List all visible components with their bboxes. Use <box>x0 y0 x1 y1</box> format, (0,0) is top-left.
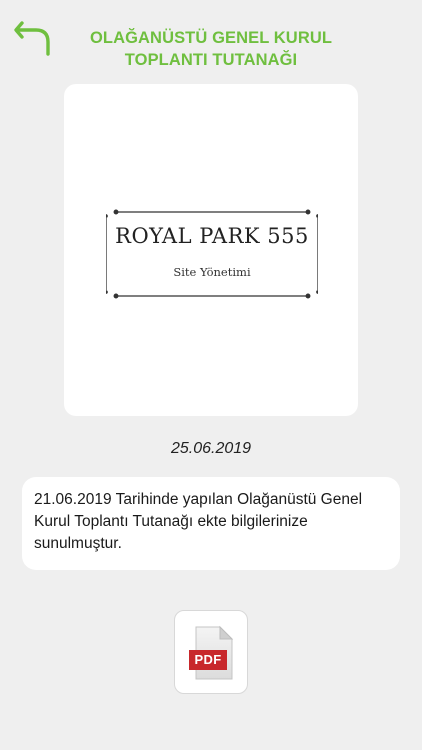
back-arrow-icon <box>14 21 50 56</box>
page-title-line-1: OLAĞANÜSTÜ GENEL KURUL <box>89 29 333 47</box>
logo-card: ROYAL PARK 555 Site Yönetimi <box>64 84 358 416</box>
announcement-date: 25.06.2019 <box>170 440 252 457</box>
brand-name: ROYAL PARK 555 <box>115 224 309 248</box>
page-title-line-2: TOPLANTI TUTANAĞI <box>124 51 298 69</box>
logo-border-ornament <box>106 209 318 299</box>
logo-frame: ROYAL PARK 555 Site Yönetimi <box>106 208 318 300</box>
page-title: OLAĞANÜSTÜ GENEL KURUL TOPLANTI TUTANAĞI <box>80 27 342 71</box>
announcement-message: 21.06.2019 Tarihinde yapılan Olağanüstü … <box>22 477 400 570</box>
pdf-label: PDF <box>189 650 227 670</box>
pdf-attachment-button[interactable]: PDF <box>174 610 248 694</box>
brand-subtitle: Site Yönetimi <box>173 265 251 279</box>
back-button[interactable] <box>14 20 54 58</box>
